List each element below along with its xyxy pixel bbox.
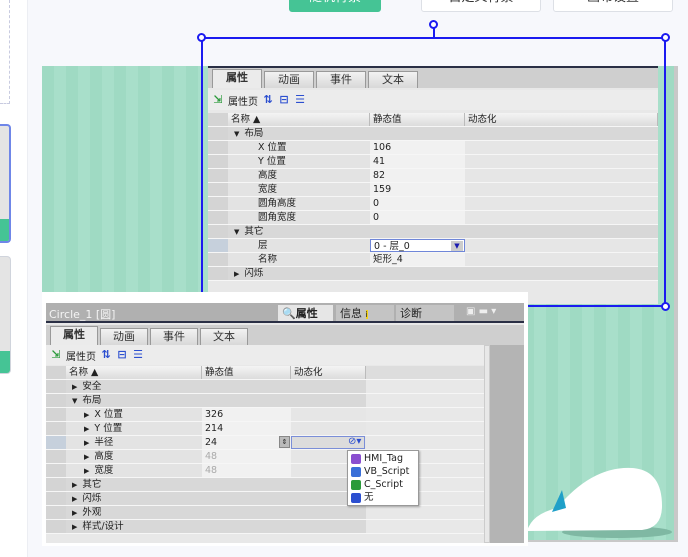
collapsed-arrow-icon[interactable]: ▶ [72, 509, 77, 517]
tab-properties[interactable]: 属性 [50, 326, 98, 345]
menu-item-none[interactable]: 无 [348, 491, 418, 504]
template-thumbnail-2[interactable] [0, 256, 11, 374]
property-name: 半径 [94, 437, 114, 448]
inspector-tab-info[interactable]: 信息 i [336, 305, 394, 321]
inspector-tab-diagnostics[interactable]: 诊断 [396, 305, 454, 321]
row-gutter [46, 464, 66, 477]
menu-item-hmi-tag[interactable]: HMI_Tag [348, 452, 418, 465]
collapsed-arrow-icon[interactable]: ▶ [72, 523, 77, 531]
row-gutter [46, 408, 66, 421]
template-thumbnail-1[interactable] [0, 124, 11, 243]
property-value[interactable]: 326 [205, 409, 223, 420]
dynamic-cell[interactable] [291, 422, 366, 435]
column-header-name[interactable]: 名称 ▲ [66, 366, 202, 379]
column-header-dynamic[interactable]: 动态化 [291, 366, 366, 379]
property-value[interactable]: 48 [205, 451, 217, 462]
property-name: X 位置 [94, 409, 123, 420]
row-gutter [46, 506, 66, 519]
dynamic-dropdown-button[interactable]: ⊘▾ [348, 436, 365, 449]
thumbnail-tag [0, 219, 9, 241]
property-value[interactable]: 48 [205, 465, 217, 476]
collapsed-arrow-icon[interactable]: ▶ [72, 481, 77, 489]
table-row[interactable]: ▶ Y 位置 214 [46, 422, 484, 436]
property-name: 样式/设计 [82, 521, 124, 532]
resize-handle-tr[interactable] [661, 33, 670, 42]
table-row[interactable]: ▶ X 位置 326 [46, 408, 484, 422]
table-row[interactable]: ▼ 布局 [46, 394, 484, 408]
property-name: 布局 [82, 395, 102, 406]
row-gutter [46, 478, 66, 491]
property-value[interactable]: 24 [205, 437, 217, 448]
dynamic-cell[interactable] [291, 506, 366, 519]
c-script-icon [351, 479, 361, 490]
custom-background-button[interactable]: 自定义背景 [421, 0, 541, 12]
property-name: Y 位置 [94, 423, 123, 434]
rotate-handle[interactable] [429, 20, 438, 29]
row-gutter [46, 450, 66, 463]
upload-area[interactable] [0, 0, 10, 104]
dynamic-cell[interactable] [291, 380, 366, 393]
row-gutter [46, 366, 66, 379]
canvas-settings-button[interactable]: 画布设置 [553, 0, 673, 12]
thumbnail-tag [0, 351, 10, 373]
none-icon [351, 492, 361, 503]
property-name: 安全 [82, 381, 102, 392]
info-icon: i [365, 310, 368, 319]
tag-icon [351, 453, 361, 464]
expand-list-icon[interactable]: ☰ [132, 349, 144, 361]
property-page-icon[interactable]: ⇲ [50, 349, 62, 361]
row-gutter [46, 380, 66, 393]
sort-icon[interactable]: ⇅ [100, 349, 112, 361]
property-name: 闪烁 [82, 493, 102, 504]
property-name: 外观 [82, 507, 102, 518]
collapsed-arrow-icon[interactable]: ▶ [84, 453, 89, 461]
scrollbar[interactable] [484, 345, 490, 543]
resize-handle-tl[interactable] [197, 33, 206, 42]
property-name: 高度 [94, 451, 114, 462]
object-title: Circle_1 [圆] [49, 308, 116, 321]
row-gutter [46, 394, 66, 407]
tab-text[interactable]: 文本 [200, 328, 248, 345]
table-row[interactable]: ▶ 安全 [46, 380, 484, 394]
collapse-icon[interactable]: ⊟ [116, 349, 128, 361]
property-name: 其它 [82, 479, 102, 490]
collapsed-arrow-icon[interactable]: ▶ [72, 495, 77, 503]
resize-handle-br[interactable] [661, 302, 670, 311]
dynamic-type-menu: HMI_Tag VB_Script C_Script 无 [347, 450, 419, 506]
side-pane [484, 345, 524, 543]
property-name: 宽度 [94, 465, 114, 476]
menu-item-c-script[interactable]: C_Script [348, 478, 418, 491]
property-page-label[interactable]: 属性页 [66, 348, 96, 363]
sidebar [0, 0, 28, 557]
dynamic-cell[interactable] [291, 394, 366, 407]
collapsed-arrow-icon[interactable]: ▶ [84, 411, 89, 419]
inspector-tab-properties[interactable]: 🔍属性 [278, 305, 333, 321]
expanded-arrow-icon[interactable]: ▼ [72, 397, 77, 405]
table-row[interactable]: ▶ 半径 24 [46, 436, 484, 450]
collapsed-arrow-icon[interactable]: ▶ [84, 439, 89, 447]
table-row[interactable]: ▶ 外观 [46, 506, 484, 520]
row-gutter [46, 520, 66, 533]
table-row[interactable]: ▶ 样式/设计 [46, 520, 484, 534]
column-header-static[interactable]: 静态值 [202, 366, 291, 379]
row-gutter [46, 436, 66, 449]
collapsed-arrow-icon[interactable]: ▶ [84, 467, 89, 475]
tab-events[interactable]: 事件 [150, 328, 198, 345]
dynamic-cell[interactable] [291, 520, 366, 533]
vb-script-icon [351, 466, 361, 477]
collapsed-arrow-icon[interactable]: ▶ [84, 425, 89, 433]
dynamic-cell[interactable] [291, 408, 366, 421]
menu-item-vb-script[interactable]: VB_Script [348, 465, 418, 478]
polar-bear-illustration [527, 467, 672, 538]
collapsed-arrow-icon[interactable]: ▶ [72, 383, 77, 391]
spinner-icon[interactable]: ⇕ [279, 436, 290, 448]
properties-panel-circle: Circle_1 [圆] 🔍属性 信息 i 诊断 ▣ ▬ ▾ 属性 动画 事件 … [46, 303, 524, 543]
selection-box[interactable] [201, 37, 666, 307]
window-controls-icon[interactable]: ▣ ▬ ▾ [466, 306, 496, 317]
row-gutter [46, 422, 66, 435]
row-gutter [46, 492, 66, 505]
tab-animation[interactable]: 动画 [100, 328, 148, 345]
random-background-button[interactable]: 随机背景 [289, 0, 381, 12]
property-value[interactable]: 214 [205, 423, 223, 434]
